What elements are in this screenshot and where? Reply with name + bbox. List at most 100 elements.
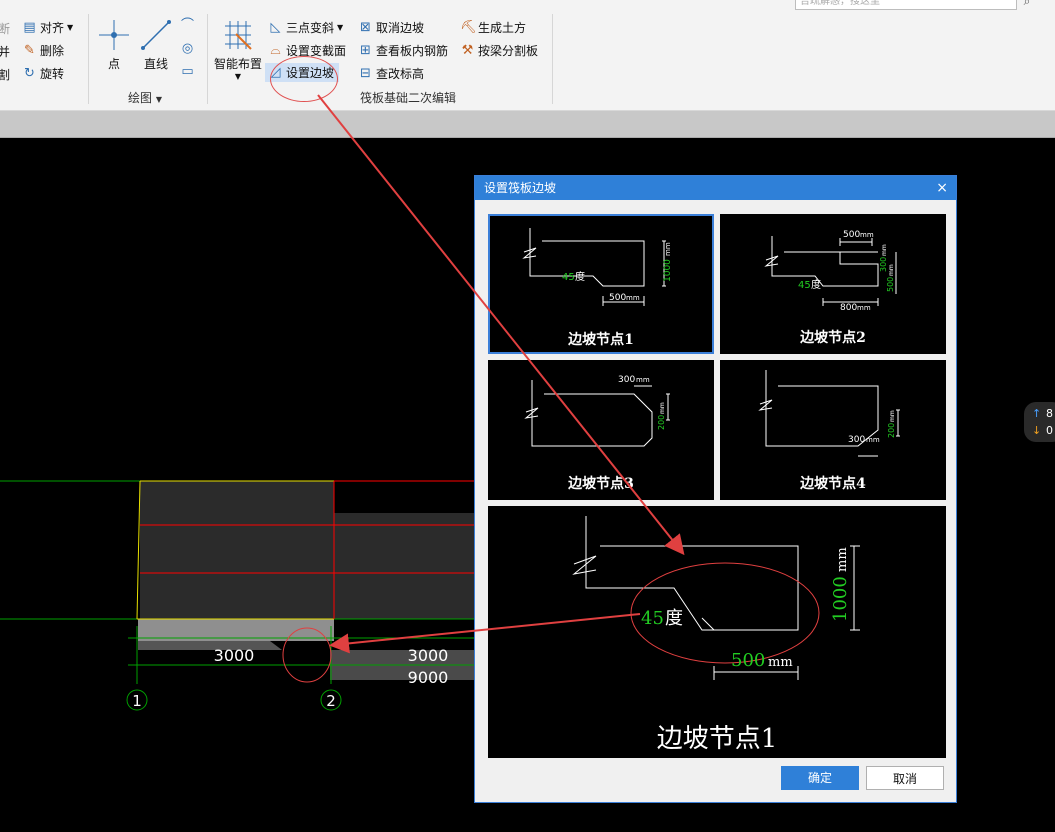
line-icon [141, 20, 171, 50]
search-input[interactable]: 告疏解惑，搜这里 [795, 0, 1017, 10]
ribbon-toolbar: 告疏解惑，搜这里 ⌕ 断 并 割 ▤ 对齐 ▼ ✎ 删除 ↻ 旋转 点 直线 ⌒… [0, 0, 1055, 111]
ribbon-partial-item[interactable]: 断 [0, 20, 10, 37]
line-label: 直线 [143, 57, 168, 71]
raft-slab-left[interactable] [140, 481, 334, 619]
search-icon[interactable]: ⌕ [1018, 0, 1036, 10]
rotate-button[interactable]: ↻ 旋转 [22, 65, 64, 82]
ribbon-partial-item[interactable]: 并 [0, 43, 10, 60]
slope-node-4-label: 边坡节点4 [800, 476, 866, 492]
cancel-edge-slope-label: 取消边坡 [376, 21, 425, 35]
thumb4-width: 300 [848, 435, 865, 445]
thumb1-height: 1000 [663, 259, 673, 282]
thumb4-height: 200 [887, 423, 896, 438]
three-point-slope-button[interactable]: ◺ 三点变斜 ▼ [268, 19, 344, 36]
slope-node-3-drawing: 300 mm 200 mm [524, 375, 670, 447]
preview-angle-unit: 度 [665, 608, 683, 629]
ribbon-separator [207, 14, 208, 104]
slope-node-1-drawing: 45 度 500 mm 1000 mm [522, 228, 673, 306]
thumb1-width: 500 [609, 293, 626, 303]
partial-label: 断 [0, 22, 11, 36]
slope-preview-drawing: 45 度 500 mm 1000 mm [572, 516, 860, 680]
draw-group-text: 绘图 [128, 91, 153, 105]
preview-label: 边坡节点1 [656, 724, 778, 754]
arrow-up-icon: ↑ [1032, 407, 1042, 420]
ribbon-partial-item[interactable]: 割 [0, 66, 10, 83]
thumb3-width: 300 [618, 375, 635, 385]
thumb2-angle: 45 [798, 280, 811, 291]
rectangle-icon: ▭ [181, 64, 194, 79]
chevron-down-icon: ▼ [337, 23, 344, 32]
edge-slope-dialog: 设置筏板边坡 × 45 度 500 mm 1000 mm 边坡节点1 500 m… [474, 175, 957, 803]
delete-button[interactable]: ✎ 删除 [22, 42, 64, 59]
raft-slab-right[interactable] [334, 513, 475, 619]
chevron-down-icon: ▼ [67, 23, 74, 32]
preview-angle: 45 [641, 608, 664, 629]
cancel-edge-slope-button[interactable]: ⊠ 取消边坡 [358, 19, 424, 36]
partial-label: 割 [0, 68, 11, 82]
split-icon: ⚒ [461, 43, 474, 58]
slope-node-1-label: 边坡节点1 [568, 332, 634, 348]
thumb2-step-height-unit: mm [881, 244, 888, 256]
rectangle-button[interactable]: ▭ [180, 64, 195, 79]
generate-earthwork-label: 生成土方 [478, 21, 527, 35]
three-point-slope-label: 三点变斜 [286, 21, 335, 35]
slope-node-1-option[interactable]: 45 度 500 mm 1000 mm 边坡节点1 [488, 214, 714, 354]
generate-earthwork-button[interactable]: ⛏ 生成土方 [460, 19, 526, 36]
ok-button[interactable]: 确定 [781, 766, 859, 790]
rotate-icon: ↻ [24, 66, 35, 81]
slope-node-3-option[interactable]: 300 mm 200 mm 边坡节点3 [488, 360, 714, 500]
annotation-circle [270, 56, 338, 102]
slope-node-3-label: 边坡节点3 [568, 476, 634, 492]
thumb1-angle-unit: 度 [575, 270, 585, 283]
axis-label-2: 2 [326, 692, 336, 710]
dim-total: 9000 [408, 668, 449, 687]
slope-node-2-drawing: 500 mm 45 度 800 mm 300 mm 500 mm [764, 230, 897, 313]
thumb2-bottom-width: 800 [840, 303, 857, 313]
point-button[interactable]: 点 [98, 18, 130, 72]
circle-icon: ◎ [181, 41, 194, 56]
circle-button[interactable]: ◎ [180, 41, 195, 56]
thumb3-height: 200 [657, 415, 666, 430]
slope-node-2-option[interactable]: 500 mm 45 度 800 mm 300 mm 500 mm 边坡节点2 [720, 214, 946, 354]
grid-layout-icon [225, 21, 252, 50]
raft-edit-group-label: 筏板基础二次编辑 [360, 91, 457, 105]
ribbon-separator [552, 14, 553, 104]
dialog-titlebar[interactable]: 设置筏板边坡 × [475, 176, 956, 200]
split-by-beam-label: 按梁分割板 [478, 44, 539, 58]
align-button[interactable]: ▤ 对齐 ▼ [22, 19, 73, 36]
download-count: 0 [1046, 424, 1053, 437]
point-label: 点 [107, 57, 120, 71]
cancel-slope-icon: ⊠ [360, 20, 371, 35]
split-by-beam-button[interactable]: ⚒ 按梁分割板 [460, 42, 538, 59]
preview-width-unit: mm [768, 655, 793, 670]
dim-span2: 3000 [408, 646, 449, 665]
arc-button[interactable]: ⌒ [180, 18, 195, 33]
check-elevation-button[interactable]: ⊟ 查改标高 [358, 65, 424, 82]
view-rebar-label: 查看板内钢筋 [376, 44, 449, 58]
elevation-icon: ⊟ [360, 66, 371, 81]
thumb4-width-unit: mm [866, 436, 880, 444]
axis-label-1: 1 [132, 692, 142, 710]
floating-status-pill[interactable]: ↑ 8 ↓ 0 [1024, 402, 1055, 442]
dim-span1: 3000 [214, 646, 255, 665]
slope-node-4-option[interactable]: 300 mm 200 mm 边坡节点4 [720, 360, 946, 500]
cancel-button[interactable]: 取消 [866, 766, 944, 790]
smart-layout-label: 智能布置 [213, 57, 262, 71]
line-button[interactable]: 直线 [140, 18, 172, 72]
smart-layout-button[interactable]: 智能布置 ▼ [212, 18, 264, 81]
thumb2-top-width-unit: mm [860, 231, 874, 239]
slope-shadow [138, 641, 282, 650]
preview-width: 500 [731, 650, 765, 671]
slope-icon: ◺ [270, 20, 281, 35]
thumb4-height-unit: mm [889, 410, 896, 422]
close-icon[interactable]: × [936, 176, 948, 200]
draw-group-label[interactable]: 绘图 ▼ [128, 89, 162, 106]
section-icon: ⌓ [270, 43, 281, 58]
thumb2-step-height: 300 [879, 257, 888, 272]
dialog-title: 设置筏板边坡 [484, 181, 557, 195]
tab-strip [0, 111, 1055, 138]
thumb2-bottom-width-unit: mm [857, 304, 871, 312]
view-rebar-button[interactable]: ⊞ 查看板内钢筋 [358, 42, 448, 59]
thumb3-height-unit: mm [659, 402, 666, 414]
point-icon [99, 20, 129, 50]
